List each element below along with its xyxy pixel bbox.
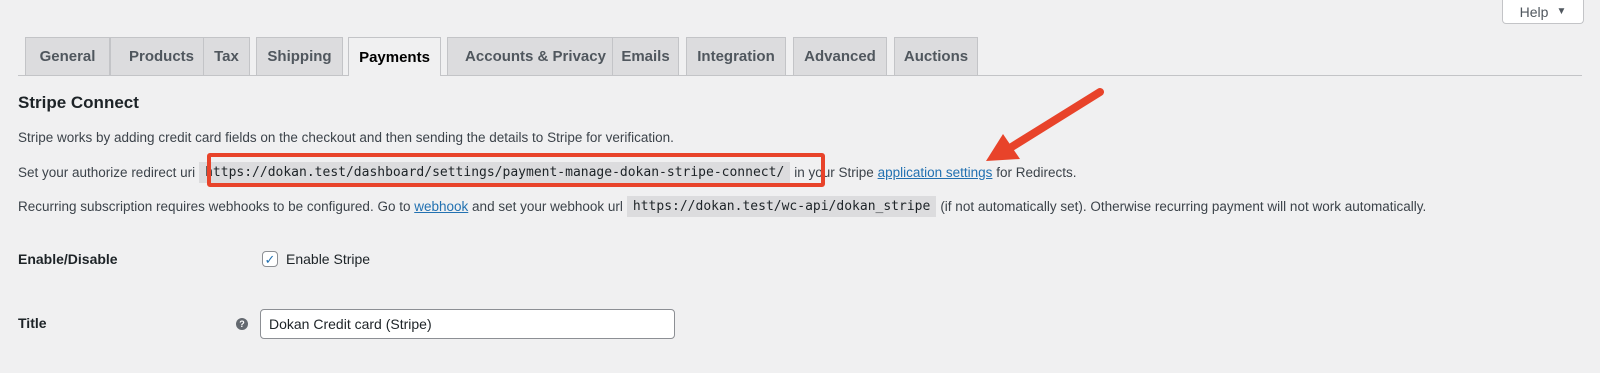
webhook-row: Recurring subscription requires webhooks… bbox=[18, 196, 1426, 217]
help-button[interactable]: Help ▼ bbox=[1502, 0, 1584, 24]
settings-tabs: General Products Tax Shipping Payments A… bbox=[18, 37, 1582, 76]
title-input[interactable] bbox=[260, 309, 675, 339]
tab-advanced[interactable]: Advanced bbox=[793, 37, 887, 75]
checkmark-icon: ✓ bbox=[264, 251, 276, 267]
tab-general[interactable]: General bbox=[25, 37, 110, 75]
section-title: Stripe Connect bbox=[18, 93, 139, 112]
tab-auctions[interactable]: Auctions bbox=[894, 37, 978, 75]
enable-disable-label: Enable/Disable bbox=[18, 251, 118, 267]
tab-shipping[interactable]: Shipping bbox=[256, 37, 343, 75]
tab-integration[interactable]: Integration bbox=[686, 37, 786, 75]
redirect-uri-row: Set your authorize redirect uri https://… bbox=[18, 162, 1076, 183]
application-settings-link[interactable]: application settings bbox=[878, 165, 993, 180]
enable-stripe-checkbox[interactable]: ✓ bbox=[262, 251, 278, 267]
tab-accounts-privacy[interactable]: Accounts & Privacy bbox=[447, 37, 624, 75]
tab-emails[interactable]: Emails bbox=[612, 37, 679, 75]
redirect-suffix: for Redirects. bbox=[996, 165, 1077, 180]
help-tip-icon[interactable]: ? bbox=[236, 318, 248, 330]
tab-tax[interactable]: Tax bbox=[203, 37, 250, 75]
webhook-mid: and set your webhook url bbox=[472, 199, 623, 214]
webhook-link[interactable]: webhook bbox=[414, 199, 468, 214]
webhook-url-code: https://dokan.test/wc-api/dokan_stripe bbox=[626, 196, 937, 217]
tab-products[interactable]: Products bbox=[110, 37, 213, 75]
redirect-prefix: Set your authorize redirect uri bbox=[18, 165, 196, 180]
enable-stripe-label: Enable Stripe bbox=[286, 251, 371, 267]
enable-stripe-option: ✓ Enable Stripe bbox=[262, 251, 370, 267]
webhook-prefix: Recurring subscription requires webhooks… bbox=[18, 199, 411, 214]
intro-text: Stripe works by adding credit card field… bbox=[18, 130, 674, 145]
help-button-label: Help bbox=[1519, 3, 1549, 20]
webhook-suffix: (if not automatically set). Otherwise re… bbox=[940, 199, 1427, 214]
redirect-mid: in your Stripe bbox=[794, 165, 874, 180]
title-label: Title bbox=[18, 315, 47, 331]
caret-down-icon: ▼ bbox=[1556, 6, 1567, 17]
redirect-uri-code: https://dokan.test/dashboard/settings/pa… bbox=[199, 162, 791, 183]
tab-payments[interactable]: Payments bbox=[348, 37, 441, 76]
